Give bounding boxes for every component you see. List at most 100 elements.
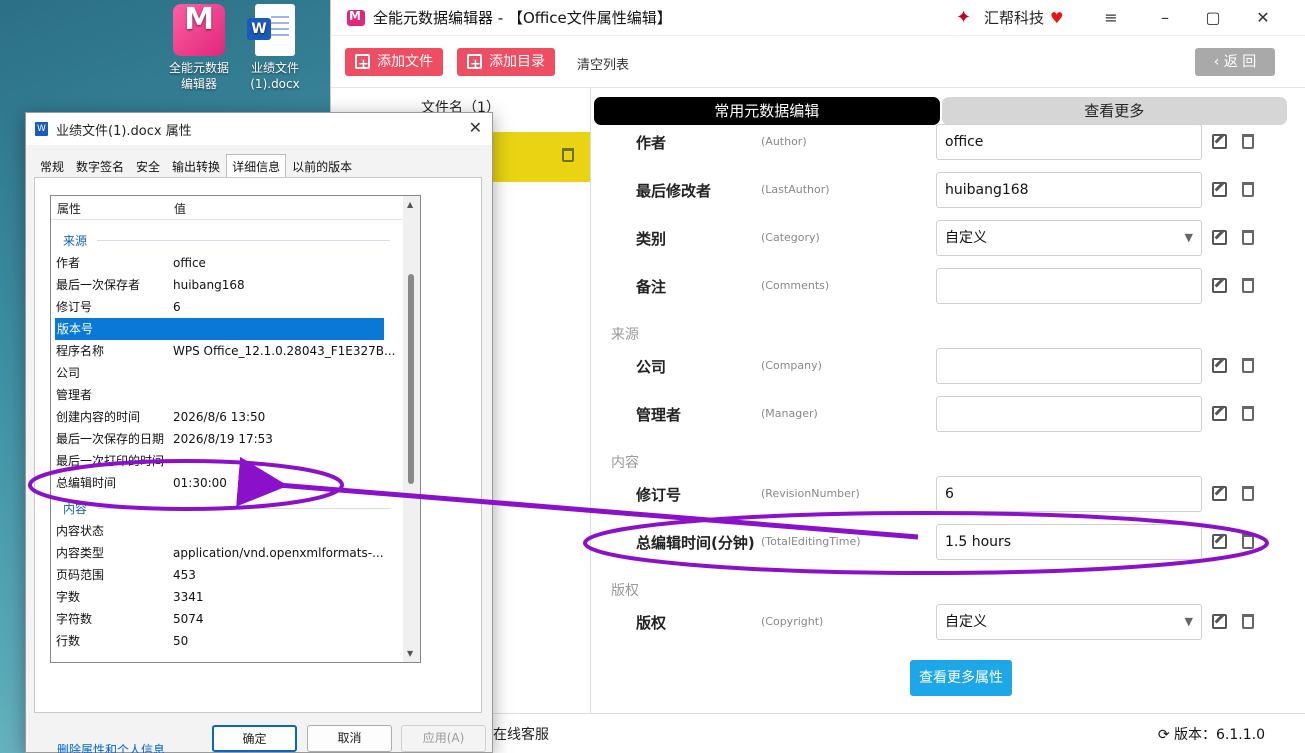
property-row-author: 作者 (Author) office	[592, 124, 1305, 160]
property-key: (Author)	[761, 135, 807, 148]
edit-icon[interactable]	[1212, 358, 1227, 373]
tab-digital-signature[interactable]: 数字签名	[70, 154, 130, 178]
property-name: 字符数	[56, 612, 93, 626]
property-value: 2026/8/6 13:50	[173, 410, 266, 424]
add-directory-button[interactable]: 添加目录	[457, 48, 555, 79]
version-text: 版本：6.1.1.0	[1174, 727, 1265, 743]
list-item[interactable]: 字数 3341	[56, 586, 398, 608]
list-item[interactable]: 程序名称 WPS Office_12.1.0.28043_F1E327B...	[56, 340, 398, 362]
property-key: (Manager)	[761, 407, 818, 420]
cancel-button[interactable]: 取消	[307, 725, 392, 752]
edit-icon[interactable]	[1212, 486, 1227, 501]
desktop-icon-docx[interactable]: 业绩文件 (1).docx	[240, 4, 310, 92]
trash-icon[interactable]	[1242, 278, 1254, 293]
category-select[interactable]: 自定义 ▼	[936, 220, 1202, 256]
trash-icon[interactable]	[1242, 406, 1254, 421]
minimize-button[interactable]: –	[1147, 4, 1183, 32]
edit-icon[interactable]	[1212, 134, 1227, 149]
delete-file-icon[interactable]	[562, 148, 574, 162]
column-header-value[interactable]: 值	[174, 200, 186, 217]
scroll-up-icon[interactable]: ▲	[407, 200, 413, 209]
tab-common-metadata[interactable]: 常用元数据编辑	[594, 97, 940, 125]
property-key: (RevisionNumber)	[761, 487, 860, 500]
author-input[interactable]: office	[936, 124, 1202, 160]
category-value: 自定义	[945, 230, 987, 246]
edit-icon[interactable]	[1212, 614, 1227, 629]
list-item[interactable]: 最后一次打印的时间	[56, 450, 398, 472]
property-label: 公司	[636, 358, 667, 376]
copyright-select[interactable]: 自定义 ▼	[936, 604, 1202, 640]
apply-button[interactable]: 应用(A)	[401, 725, 486, 752]
edit-icon[interactable]	[1212, 278, 1227, 293]
property-label: 类别	[636, 230, 667, 248]
property-value: huibang168	[173, 278, 245, 292]
add-file-button[interactable]: 添加文件	[345, 48, 443, 79]
back-label: 返 回	[1223, 54, 1257, 70]
list-item[interactable]: 页码范围 453	[56, 564, 398, 586]
trash-icon[interactable]	[1242, 134, 1254, 149]
online-service-link[interactable]: 在线客服	[493, 724, 549, 744]
list-item[interactable]: 行数 50	[56, 630, 398, 652]
brand: ✦ 汇帮科技 ♥	[956, 7, 1063, 28]
list-item-selected[interactable]: 版本号	[55, 318, 384, 340]
list-item[interactable]: 内容状态	[56, 520, 398, 542]
tab-previous-versions[interactable]: 以前的版本	[286, 154, 358, 178]
desktop-icon-app[interactable]: 全能元数据 编辑器	[164, 4, 234, 92]
property-value: office	[173, 256, 206, 270]
scrollbar-thumb[interactable]	[408, 274, 414, 484]
list-item[interactable]: 管理者	[56, 384, 398, 406]
edit-icon[interactable]	[1212, 182, 1227, 197]
remove-properties-link[interactable]: 删除属性和个人信息	[57, 741, 165, 753]
property-key: (Category)	[761, 231, 820, 244]
vip-heart-icon[interactable]: ♥	[1050, 9, 1063, 27]
list-item[interactable]: 总编辑时间 01:30:00	[56, 472, 398, 494]
vertical-scrollbar[interactable]: ▲ ▼	[403, 196, 420, 662]
revision-input[interactable]: 6	[936, 476, 1202, 512]
property-name: 内容类型	[56, 546, 105, 560]
maximize-button[interactable]: ▢	[1195, 4, 1231, 32]
close-button[interactable]: ✕	[1245, 4, 1281, 32]
add-directory-label: 添加目录	[489, 54, 545, 70]
view-more-properties-button[interactable]: 查看更多属性	[910, 660, 1012, 696]
editing-time-input[interactable]: 1.5 hours	[936, 524, 1202, 560]
clear-list-button[interactable]: 清空列表	[577, 54, 629, 73]
list-item[interactable]: 内容类型 application/vnd.openxmlformats-...	[56, 542, 398, 564]
list-item[interactable]: 创建内容的时间 2026/8/6 13:50	[56, 406, 398, 428]
menu-icon[interactable]: ≡	[1093, 4, 1129, 32]
property-label: 修订号	[636, 486, 682, 504]
trash-icon[interactable]	[1242, 358, 1254, 373]
manager-input[interactable]	[936, 396, 1202, 432]
list-item[interactable]: 最后一次保存者 huibang168	[56, 274, 398, 296]
trash-icon[interactable]	[1242, 534, 1254, 549]
close-icon[interactable]: ✕	[469, 118, 482, 137]
property-name: 总编辑时间	[56, 476, 117, 490]
edit-icon[interactable]	[1212, 534, 1227, 549]
edit-icon[interactable]	[1212, 406, 1227, 421]
column-header-property[interactable]: 属性	[57, 200, 81, 217]
trash-icon[interactable]	[1242, 614, 1254, 629]
scroll-down-icon[interactable]: ▼	[407, 649, 413, 658]
comments-input[interactable]	[936, 268, 1202, 304]
list-item[interactable]: 作者 office	[56, 252, 398, 274]
property-name: 创建内容的时间	[56, 410, 141, 424]
tab-security[interactable]: 安全	[130, 154, 166, 178]
properties-list[interactable]: 属性 值 来源 作者 office 最后一次保存者 huibang168 修订号 6 …	[50, 195, 421, 663]
list-item[interactable]: 公司	[56, 362, 398, 384]
refresh-icon[interactable]: ⟳	[1158, 727, 1174, 743]
trash-icon[interactable]	[1242, 230, 1254, 245]
last-author-input[interactable]: huibang168	[936, 172, 1202, 208]
list-item[interactable]: 修订号 6	[56, 296, 398, 318]
edit-icon[interactable]	[1212, 230, 1227, 245]
tab-details[interactable]: 详细信息	[226, 154, 287, 178]
tab-view-more[interactable]: 查看更多	[941, 97, 1287, 125]
ok-button[interactable]: 确定	[212, 725, 297, 752]
company-input[interactable]	[936, 348, 1202, 384]
property-label: 版权	[636, 614, 667, 632]
tab-output-conversion[interactable]: 输出转换	[166, 154, 226, 178]
trash-icon[interactable]	[1242, 182, 1254, 197]
back-button[interactable]: ‹ 返 回	[1195, 48, 1275, 76]
list-item[interactable]: 最后一次保存的日期 2026/8/19 17:53	[56, 428, 398, 450]
trash-icon[interactable]	[1242, 486, 1254, 501]
list-item[interactable]: 字符数 5074	[56, 608, 398, 630]
tab-general[interactable]: 常规	[34, 154, 70, 178]
